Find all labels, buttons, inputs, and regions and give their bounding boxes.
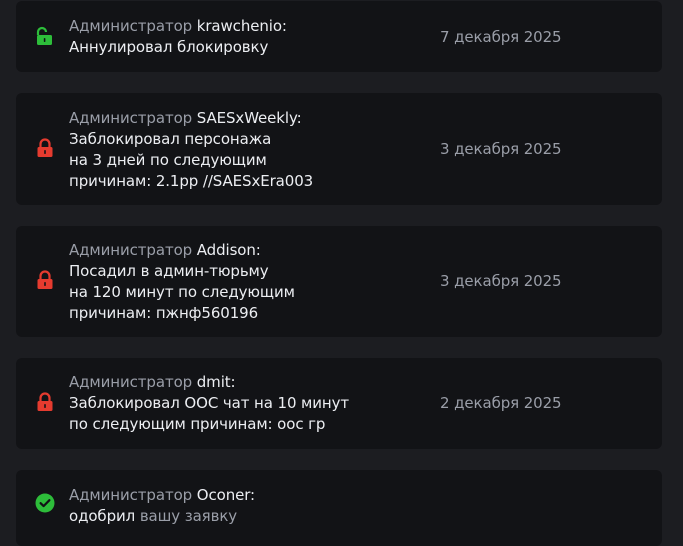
check-circle-icon xyxy=(35,493,55,513)
admin-name: krawchenio: xyxy=(196,17,287,35)
admin-name: Oconer: xyxy=(196,486,255,504)
admin-role-label: Администратор xyxy=(69,109,193,127)
admin-name: SAESxWeekly: xyxy=(196,109,302,127)
activity-card: Администратор SAESxWeekly: Заблокировал … xyxy=(16,93,662,205)
admin-role-label: Администратор xyxy=(69,373,193,391)
admin-name: Addison: xyxy=(196,241,261,259)
event-text-line: причинам: пжнф560196 xyxy=(69,304,259,322)
event-date: 3 декабря 2025 xyxy=(440,140,562,158)
lock-icon xyxy=(35,392,55,412)
application-link[interactable]: вашу заявку xyxy=(140,507,237,525)
event-text-line: Заблокировал ООС чат на 10 минут xyxy=(69,394,350,412)
event-date: 3 декабря 2025 xyxy=(440,272,562,290)
event-text-line: по следующим причинам: оос гр xyxy=(69,415,326,433)
event-text-line: Аннулировал блокировку xyxy=(69,38,269,56)
event-date: 7 декабря 2025 xyxy=(440,28,562,46)
admin-role-label: Администратор xyxy=(69,241,193,259)
admin-role-label: Администратор xyxy=(69,17,193,35)
event-text-line: одобрил xyxy=(69,507,136,525)
activity-card: Администратор krawchenio: Аннулировал бл… xyxy=(16,1,662,72)
event-date: 2 декабря 2025 xyxy=(440,394,562,412)
admin-name: dmit: xyxy=(196,373,236,391)
event-text-line: Посадил в админ-тюрьму xyxy=(69,262,269,280)
event-text-line: причинам: 2.1pp //SAESxEra003 xyxy=(69,172,314,190)
activity-feed: Администратор krawchenio: Аннулировал бл… xyxy=(0,0,683,546)
activity-card: Администратор Oconer: одобрил вашу заявк… xyxy=(16,470,662,546)
activity-card: Администратор dmit: Заблокировал ООС чат… xyxy=(16,358,662,449)
event-text-line: на 3 дней по следующим xyxy=(69,151,267,169)
activity-card: Администратор Addison: Посадил в админ-т… xyxy=(16,226,662,337)
event-text-line: Заблокировал персонажа xyxy=(69,130,272,148)
lock-icon xyxy=(35,270,55,290)
unlock-icon xyxy=(35,26,55,46)
event-text-line: на 120 минут по следующим xyxy=(69,283,295,301)
admin-role-label: Администратор xyxy=(69,486,193,504)
lock-icon xyxy=(35,138,55,158)
